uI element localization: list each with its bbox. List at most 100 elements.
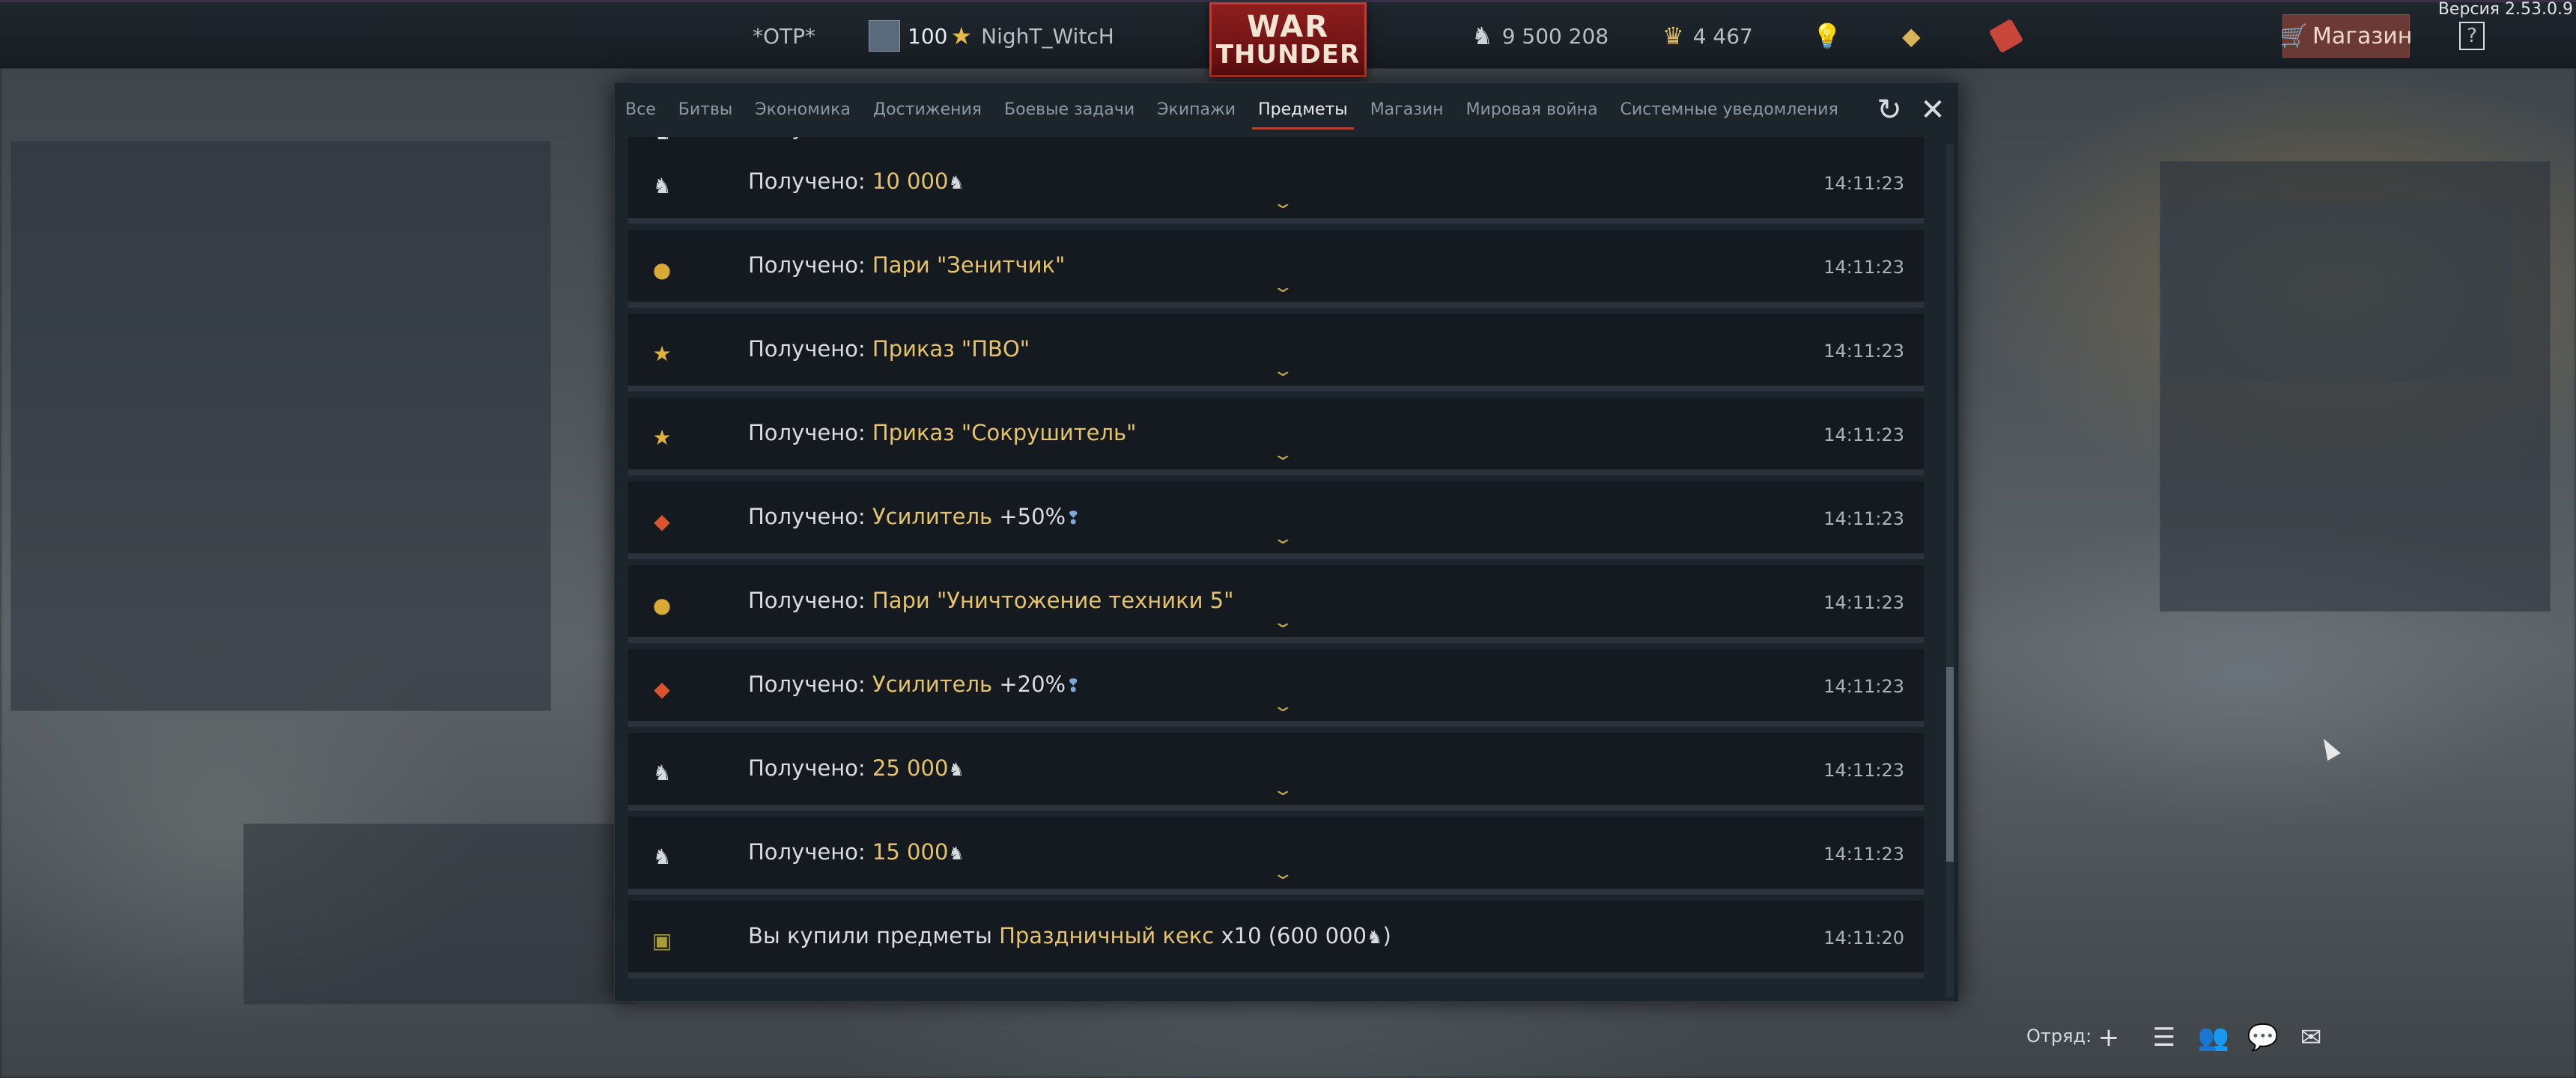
notification-text: Получено: 10 000♞ — [748, 137, 965, 140]
bottom-bar: Отряд: + ☰ 👥 💬 ✉ — [0, 1011, 2576, 1078]
notification-price-close: ) — [1382, 923, 1391, 948]
premium-diamond-icon: ◆ — [1902, 22, 1921, 50]
lion-icon: ♞ — [1471, 22, 1493, 50]
expand-chevron-icon[interactable]: ⌄ — [1272, 529, 1294, 548]
notification-time: 14:11:23 — [1823, 341, 1904, 362]
tab-9[interactable]: Системные уведомления — [1620, 83, 1838, 135]
expand-chevron-icon[interactable]: ⌄ — [1272, 194, 1294, 213]
squad-add-button[interactable]: + — [2091, 1020, 2127, 1056]
lion-icon: ♞ — [651, 137, 673, 144]
tab-5[interactable]: Экипажи — [1157, 83, 1236, 135]
notification-row[interactable]: ● Получено: Пари "Зенитчик" 14:11:23 ⌄ — [628, 230, 1924, 308]
notification-row[interactable]: ● Получено: Пари "Уничтожение техники 5" 1… — [628, 565, 1924, 643]
vehicle-info-panel-blurred — [10, 141, 551, 711]
war-thunder-logo[interactable]: WAR THUNDER — [1209, 2, 1367, 77]
silver-lions-value: 9 500 208 — [1501, 23, 1609, 49]
crew-slots-blurred — [243, 823, 634, 1005]
premium-button[interactable]: ◆ — [1902, 19, 1930, 53]
plus-icon: + — [2097, 1023, 2120, 1053]
notification-text: Получено: 25 000♞ — [748, 755, 965, 781]
notification-item-name: 10 000 — [872, 168, 949, 194]
shop-label: Магазин — [2312, 22, 2413, 49]
tab-0[interactable]: Все — [625, 83, 656, 135]
notification-row[interactable]: ★ Получено: Приказ "ПВО" 14:11:23 ⌄ — [628, 314, 1924, 392]
tab-6[interactable]: Предметы — [1252, 83, 1354, 135]
mail-icon: ✉ — [2300, 1023, 2322, 1053]
tab-8[interactable]: Мировая война — [1466, 83, 1598, 135]
hint-button[interactable]: 💡 — [1812, 19, 1851, 53]
order-star-icon: ★ — [652, 341, 672, 366]
notification-prefix: Получено: — [748, 755, 872, 781]
chat-button[interactable]: 💬 — [2245, 1020, 2281, 1056]
notification-row[interactable]: ♞ Получено: 25 000♞ 14:11:23 ⌄ — [628, 733, 1924, 811]
notification-prefix: Получено: — [748, 839, 872, 865]
tab-4[interactable]: Боевые задачи — [1004, 83, 1134, 135]
notification-tabs: Все Битвы Экономика Достижения Боевые задачи… — [615, 83, 1958, 135]
notification-prefix: Получено: — [748, 336, 872, 362]
notification-prefix: Вы купили предметы — [748, 923, 1000, 948]
help-icon: ? — [2459, 22, 2485, 50]
tab-7[interactable]: Магазин — [1370, 83, 1444, 135]
notification-row[interactable]: ★ Получено: Приказ "Сокрушитель" 14:11:23 ⌄ — [628, 398, 1924, 475]
cart-icon: 🛒 — [2279, 22, 2308, 49]
notification-item-name: Усилитель — [872, 672, 993, 697]
refresh-button[interactable]: ↻ — [1873, 93, 1906, 127]
notification-time: 14:11:23 — [1823, 137, 1904, 140]
notification-text: Вы купили предметы Праздничный кекс x10 … — [748, 923, 1391, 948]
expand-chevron-icon[interactable]: ⌄ — [1272, 278, 1294, 296]
research-points-icon: ❢ — [1066, 508, 1081, 529]
notification-row[interactable]: ♞ Получено: 15 000♞ 14:11:23 ⌄ — [628, 817, 1924, 895]
notification-text: Получено: Пари "Уничтожение техники 5" — [748, 588, 1233, 613]
mail-button[interactable]: ✉ — [2293, 1020, 2329, 1056]
avatar — [869, 20, 900, 52]
scrollbar-thumb[interactable] — [1946, 667, 1954, 862]
expand-chevron-icon[interactable]: ⌄ — [1272, 362, 1294, 380]
notification-time: 14:11:23 — [1823, 592, 1904, 613]
expand-chevron-icon[interactable]: ⌄ — [1272, 445, 1294, 464]
contacts-button[interactable]: 👥 — [2196, 1020, 2232, 1056]
shop-button[interactable]: 🛒 Магазин — [2279, 14, 2413, 58]
player-name: NighT_WitcH — [981, 23, 1114, 49]
notification-item-name: 10 000 — [872, 137, 948, 140]
tab-2[interactable]: Экономика — [755, 83, 851, 135]
notification-list[interactable]: ♞Получено: 10 000♞14:11:23⌄♞Получено: 10… — [628, 137, 1928, 1002]
player-profile[interactable]: 100 ★ NighT_WitcH — [869, 19, 1114, 53]
research-points-icon: ❢ — [1066, 675, 1081, 696]
booster-icon: ◆ — [654, 508, 670, 534]
squad-list-button[interactable]: ☰ — [2146, 1020, 2182, 1056]
lion-icon: ♞ — [652, 173, 672, 198]
expand-chevron-icon[interactable]: ⌄ — [1272, 613, 1294, 632]
expand-chevron-icon[interactable]: ⌄ — [1272, 865, 1294, 883]
wager-icon: ● — [652, 592, 672, 618]
expand-chevron-icon[interactable]: ⌄ — [1272, 781, 1294, 800]
notification-text: Получено: Пари "Зенитчик" — [748, 252, 1065, 278]
notification-row[interactable]: ◆ Получено: Усилитель +50%❢ 14:11:23 ⌄ — [628, 481, 1924, 559]
lion-icon: ♞ — [652, 760, 672, 785]
eagle-icon: ♛ — [1662, 22, 1684, 50]
tab-3[interactable]: Достижения — [873, 83, 982, 135]
battle-pass-button[interactable] — [1988, 18, 2028, 54]
notification-time: 14:11:23 — [1823, 424, 1904, 445]
silver-lions-balance[interactable]: ♞ 9 500 208 — [1471, 19, 1609, 53]
expand-chevron-icon[interactable]: ⌄ — [1272, 697, 1294, 716]
notification-item-name: Праздничный кекс — [999, 923, 1215, 948]
notification-item-name: Пари "Уничтожение техники 5" — [872, 588, 1234, 613]
notification-row[interactable]: ♞ Получено: 10 000♞ 14:11:23 ⌄ — [628, 146, 1924, 224]
tab-1[interactable]: Битвы — [678, 83, 733, 135]
notification-prefix: Получено: — [748, 672, 872, 697]
notification-text: Получено: 10 000♞ — [748, 168, 965, 194]
notification-time: 14:11:23 — [1823, 173, 1904, 194]
scrollbar-track[interactable] — [1946, 144, 1954, 998]
help-button[interactable]: ? — [2459, 19, 2494, 53]
booster-icon: ◆ — [654, 676, 670, 701]
notification-row[interactable]: ◆ Получено: Усилитель +20%❢ 14:11:23 ⌄ — [628, 649, 1924, 727]
otp-label[interactable]: *ОТР* — [753, 19, 815, 53]
notification-item-name: Приказ "Сокрушитель" — [872, 420, 1137, 445]
refresh-icon: ↻ — [1877, 93, 1902, 127]
lion-currency-icon: ♞ — [948, 843, 965, 864]
notification-row[interactable]: ▣ Вы купили предметы Праздничный кекс x10… — [628, 901, 1924, 978]
golden-eagles-balance[interactable]: ♛ 4 467 — [1662, 19, 1753, 53]
close-button[interactable]: ✕ — [1916, 93, 1949, 127]
notification-time: 14:11:23 — [1823, 508, 1904, 529]
notification-time: 14:11:23 — [1823, 257, 1904, 278]
